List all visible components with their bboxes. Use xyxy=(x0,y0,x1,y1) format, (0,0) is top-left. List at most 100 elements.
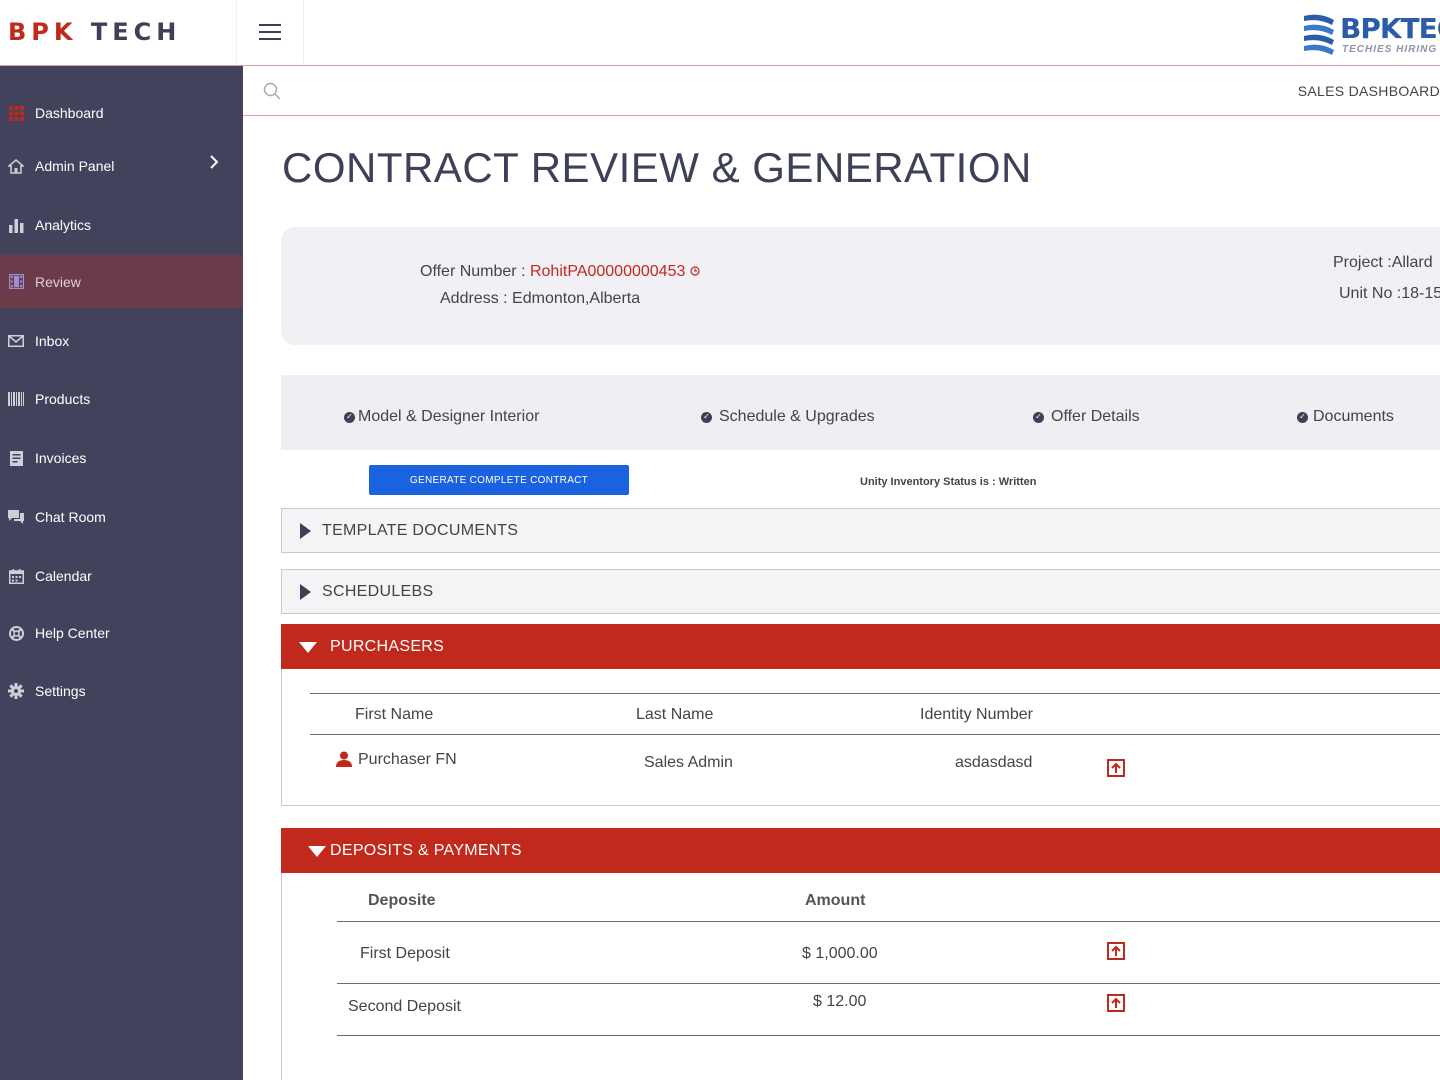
project-label: Project : xyxy=(1333,254,1392,271)
purchasers-panel: First Name Last Name Identity Number Pur… xyxy=(281,669,1440,806)
sidebar-item-label: Help Center xyxy=(35,625,110,641)
brand-part-1: BPK xyxy=(8,18,78,46)
caret-right-icon xyxy=(300,523,311,539)
progress-steps: ✓ Model & Designer Interior ✓ Schedule &… xyxy=(281,375,1440,450)
offer-number-value[interactable]: RohitPA00000000453 xyxy=(530,263,685,280)
purchaser-identity: asdasdasd xyxy=(955,754,1033,771)
sidebar-item-label: Inbox xyxy=(35,333,70,349)
sidebar-item-label: Calendar xyxy=(35,568,92,584)
logo-word: BPKTECH xyxy=(1340,12,1440,45)
project-value: Allard xyxy=(1391,254,1433,271)
search-icon[interactable] xyxy=(263,82,281,100)
caret-right-icon xyxy=(300,584,311,600)
sidebar: Dashboard Admin Panel Analytics Review I… xyxy=(0,66,243,1080)
step-offer-details[interactable]: ✓ Offer Details xyxy=(1033,408,1140,426)
accordion-label: PURCHASERS xyxy=(330,638,445,655)
table-divider xyxy=(310,734,1440,735)
logo-stripes-icon xyxy=(1304,14,1334,55)
sidebar-item-chat-room[interactable]: Chat Room xyxy=(0,491,243,543)
upload-icon[interactable] xyxy=(1107,994,1125,1012)
step-label: Offer Details xyxy=(1051,408,1140,425)
sidebar-item-settings[interactable]: Settings xyxy=(0,665,243,717)
offer-info-card: Offer Number : RohitPA00000000453 Addres… xyxy=(281,227,1440,345)
unit-value: 18-15 xyxy=(1401,285,1440,302)
column-header-deposite: Deposite xyxy=(368,892,436,909)
envelope-icon xyxy=(8,333,24,349)
column-header-identity-number: Identity Number xyxy=(920,706,1033,723)
column-header-first-name: First Name xyxy=(355,706,434,723)
table-divider xyxy=(310,693,1440,694)
sidebar-item-help-center[interactable]: Help Center xyxy=(0,607,243,659)
brand-part-2: TECH xyxy=(90,18,182,46)
sidebar-item-dashboard[interactable]: Dashboard xyxy=(0,87,243,139)
accordion-purchasers[interactable]: PURCHASERS xyxy=(281,624,1440,669)
sidebar-item-label: Dashboard xyxy=(35,105,104,121)
film-icon xyxy=(8,274,24,290)
chat-icon xyxy=(8,509,24,525)
offer-number-label: Offer Number : xyxy=(420,263,526,280)
sidebar-item-label: Settings xyxy=(35,683,86,699)
accordion-deposits-payments[interactable]: DEPOSITS & PAYMENTS xyxy=(281,828,1440,873)
address-value: Edmonton,Alberta xyxy=(512,290,641,307)
step-label: Schedule & Upgrades xyxy=(719,408,875,425)
check-circle-icon: ✓ xyxy=(1033,411,1044,423)
brand-wordmark[interactable]: BPK TECH xyxy=(8,18,181,46)
unity-status-text: Unity Inventory Status is : Written xyxy=(860,476,1037,488)
deposit-amount: $ 1,000.00 xyxy=(802,945,878,962)
accordion-label: SCHEDULEBS xyxy=(322,583,434,600)
accordion-template-documents[interactable]: TEMPLATE DOCUMENTS xyxy=(281,508,1440,553)
logo-tagline: TECHIES HIRING TECHIES xyxy=(1342,44,1440,55)
sidebar-item-inbox[interactable]: Inbox xyxy=(0,315,243,367)
project-info: Project :Allard xyxy=(1333,254,1433,272)
sidebar-item-label: Products xyxy=(35,391,91,407)
sidebar-item-analytics[interactable]: Analytics xyxy=(0,199,243,251)
user-icon xyxy=(336,751,352,767)
purchaser-last-name: Sales Admin xyxy=(644,754,733,771)
check-circle-icon: ✓ xyxy=(344,411,355,423)
hamburger-icon xyxy=(259,24,281,40)
lifebuoy-icon xyxy=(8,625,24,641)
offer-address: Address : Edmonton,Alberta xyxy=(440,290,640,308)
unit-label: Unit No : xyxy=(1339,285,1402,302)
deposit-name: First Deposit xyxy=(360,945,450,962)
accordion-schedulebs[interactable]: SCHEDULEBS xyxy=(281,569,1440,614)
upload-icon[interactable] xyxy=(1107,759,1125,777)
table-divider xyxy=(337,983,1440,984)
calendar-icon xyxy=(8,568,24,584)
gear-icon xyxy=(8,683,24,699)
purchaser-first-name: Purchaser FN xyxy=(358,751,457,768)
sidebar-item-calendar[interactable]: Calendar xyxy=(0,550,243,602)
upload-icon[interactable] xyxy=(1107,942,1125,960)
deposit-name: Second Deposit xyxy=(348,998,461,1015)
address-label: Address : xyxy=(440,290,508,307)
step-label: Model & Designer Interior xyxy=(358,408,540,425)
home-icon xyxy=(8,158,24,174)
sidebar-item-label: Chat Room xyxy=(35,509,106,525)
generate-contract-button[interactable]: GENERATE COMPLETE CONTRACT xyxy=(369,465,629,495)
sidebar-item-label: Admin Panel xyxy=(35,158,115,174)
sidebar-item-label: Invoices xyxy=(35,450,87,466)
step-documents[interactable]: ✓ Documents xyxy=(1297,408,1394,426)
table-divider xyxy=(337,1035,1440,1036)
search-bar[interactable]: SALES DASHBOARD xyxy=(243,67,1440,116)
sidebar-item-invoices[interactable]: Invoices xyxy=(0,432,243,484)
top-bar: BPK TECH BPKTECH TECHIES HIRING TECHIES xyxy=(0,0,1440,66)
sales-dashboard-link[interactable]: SALES DASHBOARD xyxy=(1298,83,1440,99)
deposit-amount: $ 12.00 xyxy=(813,993,867,1010)
sidebar-item-admin-panel[interactable]: Admin Panel xyxy=(0,140,243,192)
unit-info: Unit No :18-15 xyxy=(1339,285,1440,303)
menu-toggle-button[interactable] xyxy=(236,0,304,64)
offer-number: Offer Number : RohitPA00000000453 xyxy=(420,263,700,281)
sidebar-item-label: Review xyxy=(35,273,81,290)
step-model-designer[interactable]: ✓ Model & Designer Interior xyxy=(344,408,539,426)
grid-icon xyxy=(8,105,24,121)
sidebar-item-review[interactable]: Review xyxy=(0,255,243,308)
step-schedule-upgrades[interactable]: ✓ Schedule & Upgrades xyxy=(701,408,875,426)
caret-down-icon xyxy=(299,642,317,653)
check-circle-icon: ✓ xyxy=(1297,411,1308,423)
step-label: Documents xyxy=(1313,408,1394,425)
receipt-icon xyxy=(8,450,24,466)
accordion-label: DEPOSITS & PAYMENTS xyxy=(330,842,522,859)
caret-down-icon xyxy=(308,846,326,857)
sidebar-item-products[interactable]: Products xyxy=(0,373,243,425)
